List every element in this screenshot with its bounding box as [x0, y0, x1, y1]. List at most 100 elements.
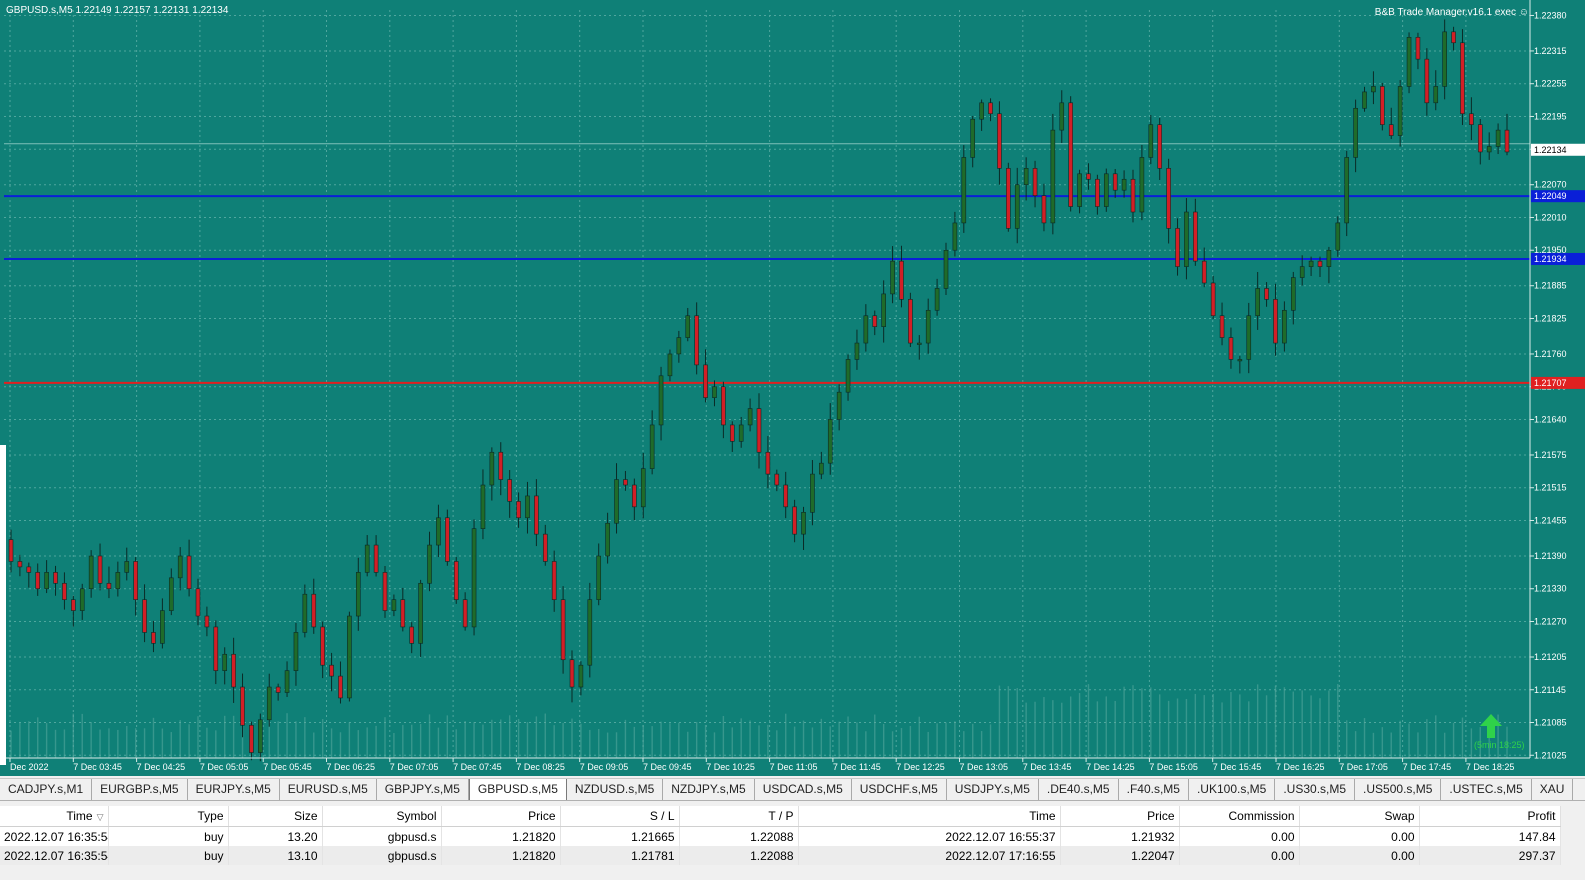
candle-body	[1059, 102, 1065, 131]
volume-bar	[749, 720, 751, 758]
chart-tab[interactable]: NZDUSD.s,M5	[567, 779, 664, 800]
chart-tab[interactable]: EURJPY.s,M5	[188, 779, 280, 800]
volume-bar	[1435, 715, 1437, 758]
chart-tab[interactable]: GBPUSD.s,M5	[468, 779, 567, 800]
chart-tab[interactable]: .UK100.s,M5	[1189, 779, 1276, 800]
table-cell: 0.00	[1179, 826, 1300, 846]
candle-body	[355, 572, 361, 617]
chart-tab[interactable]: NZDJPY.s,M5	[663, 779, 755, 800]
candle-body	[667, 353, 673, 377]
column-header[interactable]: Type	[108, 806, 229, 827]
price-chart[interactable]: 1.223801.223151.222551.221951.221351.220…	[0, 0, 1585, 776]
chart-tab[interactable]: EURGBP.s,M5	[92, 779, 188, 800]
volume-bar	[81, 713, 83, 758]
volume-bar	[197, 716, 199, 758]
table-cell: 1.21932	[1060, 826, 1180, 846]
candle-body	[62, 582, 67, 600]
y-tick-label: 1.22070	[1534, 180, 1567, 190]
column-header[interactable]: Price	[1060, 806, 1180, 827]
candle-body	[320, 626, 325, 666]
table-row[interactable]: 2022.12.07 16:35:54 buy 13.10 gbpusd.s 1.218…	[0, 846, 1561, 865]
volume-bar	[615, 732, 618, 758]
candle-body	[1388, 124, 1394, 136]
trade-table-header: Time ▽ Type Size Symbol Price S / LT / P Time Pr…	[0, 806, 1561, 827]
volume-bar	[811, 727, 814, 758]
volume-bar	[535, 716, 538, 758]
candle-body	[1397, 86, 1403, 136]
volume-bar	[1176, 698, 1179, 758]
chart-tab[interactable]: .USTEC.s,M5	[1441, 779, 1532, 800]
volume-bar	[357, 730, 359, 758]
column-header[interactable]: Swap	[1299, 806, 1420, 827]
chart-tab[interactable]: CADJPY.s,M1	[0, 779, 93, 800]
candle-body	[827, 419, 833, 464]
candle-body	[694, 315, 699, 366]
candle-body	[632, 484, 637, 508]
volume-bar	[580, 723, 582, 758]
chart-tab[interactable]: USDCAD.s,M5	[755, 779, 852, 800]
volume-bar	[508, 715, 511, 758]
chart-tab[interactable]: GBPJPY.s,M5	[377, 779, 469, 800]
candle-body	[605, 522, 610, 557]
candle-body	[587, 599, 593, 666]
x-tick-label: Dec 2022	[10, 762, 49, 772]
column-header[interactable]: Profit	[1419, 806, 1561, 827]
candle-body	[79, 588, 85, 611]
x-tick-label: 7 Dec 18:25	[1466, 762, 1515, 772]
volume-bar	[45, 723, 48, 758]
chart-tab[interactable]: EURUSD.s,M5	[280, 779, 377, 800]
sort-down-icon: ▽	[96, 812, 104, 822]
volume-bar	[1052, 700, 1054, 758]
table-cell: 1.22088	[679, 826, 799, 846]
volume-bar	[1194, 693, 1197, 758]
chart-tab[interactable]: .US30.s,M5	[1275, 779, 1356, 800]
volume-bar	[687, 731, 689, 758]
chart-tab[interactable]: USDJPY.s,M5	[947, 779, 1039, 800]
candle-body	[1308, 260, 1314, 267]
candle-body	[1380, 86, 1385, 125]
chart-tab[interactable]: .DE40.s,M5	[1039, 779, 1119, 800]
column-header[interactable]: Price	[441, 806, 561, 827]
candle-body	[658, 375, 664, 426]
candle-body	[1495, 129, 1501, 147]
column-header[interactable]: Commission	[1179, 806, 1300, 827]
candle-body	[204, 615, 210, 628]
column-header[interactable]: T / P	[679, 806, 799, 827]
chart-tab[interactable]: XAU	[1532, 779, 1574, 800]
expert-advisor-name: B&B Trade Manager.v16.1 exec	[1374, 7, 1516, 18]
column-header[interactable]: S / L	[560, 806, 680, 827]
candle-body	[952, 222, 958, 251]
volume-bar	[1452, 722, 1455, 758]
chart-canvas[interactable]: 1.223801.223151.222551.221951.221351.220…	[0, 0, 1585, 776]
price-levels[interactable]	[4, 143, 1530, 384]
column-header[interactable]: Symbol	[322, 806, 442, 827]
column-header-label: Price	[1147, 809, 1175, 823]
column-header[interactable]: Size	[228, 806, 323, 827]
volume-bar	[927, 731, 929, 758]
candle-body	[373, 544, 379, 573]
candle-body	[1050, 129, 1056, 224]
volume-bar	[785, 713, 787, 758]
volume-bar	[37, 717, 39, 758]
x-tick-label: 7 Dec 07:45	[453, 762, 502, 772]
candle-body	[1041, 195, 1047, 224]
table-cell: 2022.12.07 17:16:55	[798, 846, 1061, 865]
volume-bar	[1346, 720, 1348, 758]
candle-body	[623, 479, 628, 486]
volume-bar	[72, 713, 75, 758]
chart-tab[interactable]: .F40.s,M5	[1119, 779, 1189, 800]
volume-bar	[491, 719, 493, 758]
candle-body	[1299, 266, 1305, 278]
table-row[interactable]: 2022.12.07 16:35:54 buy 13.20 gbpusd.s 1.218…	[0, 826, 1561, 846]
y-tick-label: 1.22195	[1534, 111, 1567, 121]
column-header[interactable]: Time	[798, 806, 1061, 827]
current-price-label: 1.22134	[1534, 145, 1567, 155]
candle-body	[640, 468, 646, 508]
chart-tab[interactable]: .US500.s,M5	[1355, 779, 1442, 800]
column-header[interactable]: Time ▽	[0, 806, 109, 827]
candle-body	[845, 359, 851, 393]
volume-bar	[1114, 700, 1116, 758]
table-cell: gbpusd.s	[322, 846, 442, 865]
volume-bar	[482, 724, 484, 758]
chart-tab[interactable]: USDCHF.s,M5	[852, 779, 947, 800]
